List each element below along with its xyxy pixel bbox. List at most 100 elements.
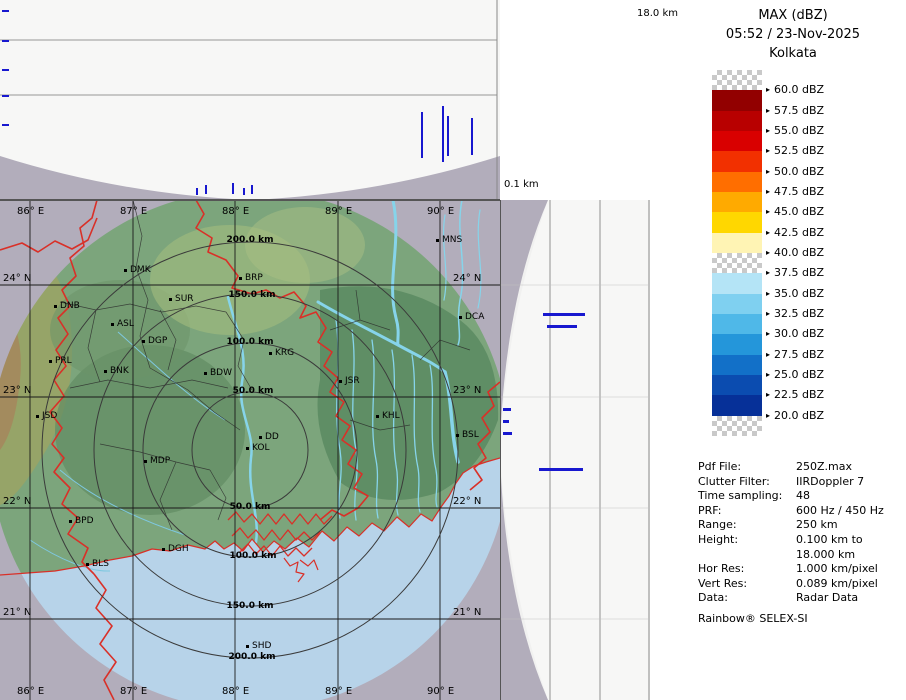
latitude-label: 24° N [3, 273, 31, 284]
dbz-arrow-icon: ▸ [766, 390, 770, 399]
dbz-label: ▸37.5 dBZ [766, 266, 824, 279]
info-row: Height:0.100 km to 18.000 km [698, 533, 898, 562]
info-label: Range: [698, 518, 796, 533]
dbz-arrow-icon: ▸ [766, 268, 770, 277]
city-marker-dot [239, 277, 242, 280]
city-marker-dot [339, 380, 342, 383]
city-label: BLS [92, 559, 109, 569]
dbz-arrow-icon: ▸ [766, 329, 770, 338]
range-ring-label: 50.0 km [220, 502, 280, 512]
height-axis-tick [2, 124, 9, 126]
city-label: DGP [148, 336, 167, 346]
range-ring-label: 150.0 km [222, 290, 282, 300]
city-label: SHD [252, 641, 271, 651]
dbz-label: ▸47.5 dBZ [766, 185, 824, 198]
dbz-arrow-icon: ▸ [766, 187, 770, 196]
info-row: Time sampling:48 [698, 489, 898, 504]
radar-echo [205, 185, 207, 194]
dbz-patch [712, 355, 762, 375]
longitude-label: 88° E [222, 686, 249, 697]
city-label: BNK [110, 366, 129, 376]
height-axis-max-label: 18.0 km [637, 8, 678, 19]
longitude-label: 87° E [120, 206, 147, 217]
dbz-arrow-icon: ▸ [766, 146, 770, 155]
dbz-patch [712, 172, 762, 192]
right-panel-graphic [500, 200, 650, 700]
info-label: PRF: [698, 504, 796, 519]
info-row: Pdf File:250Z.max [698, 460, 898, 475]
city-label: BPD [75, 516, 94, 526]
info-row: Range:250 km [698, 518, 898, 533]
dbz-patch [712, 131, 762, 151]
city-label: DGH [168, 544, 189, 554]
city-marker-dot [376, 415, 379, 418]
timestamp: 05:52 / 23-Nov-2025 [690, 25, 896, 44]
dbz-patch [712, 416, 762, 436]
city-label: MNS [442, 235, 462, 245]
info-value: 0.089 km/pixel [796, 577, 878, 592]
dbz-label: ▸25.0 dBZ [766, 368, 824, 381]
dbz-arrow-icon: ▸ [766, 126, 770, 135]
city-label: DNB [60, 301, 80, 311]
dbz-patch [712, 111, 762, 131]
info-row: PRF:600 Hz / 450 Hz [698, 504, 898, 519]
radar-echo [543, 313, 585, 316]
city-label: JSR [345, 376, 360, 386]
dbz-arrow-icon: ▸ [766, 207, 770, 216]
city-label: KRG [275, 348, 294, 358]
info-value: 250 km [796, 518, 838, 533]
dbz-label: ▸57.5 dBZ [766, 104, 824, 117]
longitude-label: 89° E [325, 686, 352, 697]
city-marker-dot [246, 645, 249, 648]
height-axis-tick [2, 40, 9, 42]
city-marker-dot [436, 239, 439, 242]
info-label: Clutter Filter: [698, 475, 796, 490]
info-value: 250Z.max [796, 460, 852, 475]
range-ring-label: 50.0 km [223, 386, 283, 396]
info-row: Clutter Filter:IIRDoppler 7 [698, 475, 898, 490]
latitude-label: 22° N [453, 496, 481, 507]
city-label: ASL [117, 319, 134, 329]
city-label: BSL [462, 430, 479, 440]
range-ring-label: 150.0 km [220, 601, 280, 611]
dbz-label: ▸22.5 dBZ [766, 388, 824, 401]
city-label: DD [265, 432, 279, 442]
product-title: MAX (dBZ) [690, 6, 896, 25]
latitude-label: 23° N [453, 385, 481, 396]
city-marker-dot [111, 323, 114, 326]
info-label: Vert Res: [698, 577, 796, 592]
product-info: Pdf File:250Z.maxClutter Filter:IIRDoppl… [698, 460, 898, 606]
dbz-arrow-icon: ▸ [766, 370, 770, 379]
city-label: KOL [252, 443, 270, 453]
vertical-projection-top-panel[interactable] [0, 0, 500, 200]
dbz-label: ▸52.5 dBZ [766, 144, 824, 157]
dbz-patch [712, 212, 762, 232]
city-marker-dot [86, 563, 89, 566]
dbz-label: ▸50.0 dBZ [766, 165, 824, 178]
city-marker-dot [54, 305, 57, 308]
radar-echo [243, 188, 245, 195]
radar-echo [251, 185, 253, 194]
radar-echo [503, 408, 511, 411]
dbz-patch [712, 253, 762, 273]
city-marker-dot [259, 436, 262, 439]
city-label: JSD [42, 411, 57, 421]
dbz-arrow-icon: ▸ [766, 411, 770, 420]
dbz-patch [712, 192, 762, 212]
info-label: Hor Res: [698, 562, 796, 577]
radar-echo [421, 112, 423, 158]
info-row: Vert Res:0.089 km/pixel [698, 577, 898, 592]
radar-echo [196, 188, 198, 195]
vertical-projection-right-panel[interactable] [500, 200, 650, 700]
dbz-patch [712, 334, 762, 354]
dbz-patch [712, 314, 762, 334]
radar-echo [503, 432, 512, 435]
radar-echo [442, 106, 444, 162]
longitude-label: 90° E [427, 686, 454, 697]
info-label: Pdf File: [698, 460, 796, 475]
dbz-patch [712, 70, 762, 90]
city-marker-dot [246, 447, 249, 450]
latitude-label: 21° N [453, 607, 481, 618]
city-marker-dot [124, 269, 127, 272]
city-marker-dot [204, 372, 207, 375]
